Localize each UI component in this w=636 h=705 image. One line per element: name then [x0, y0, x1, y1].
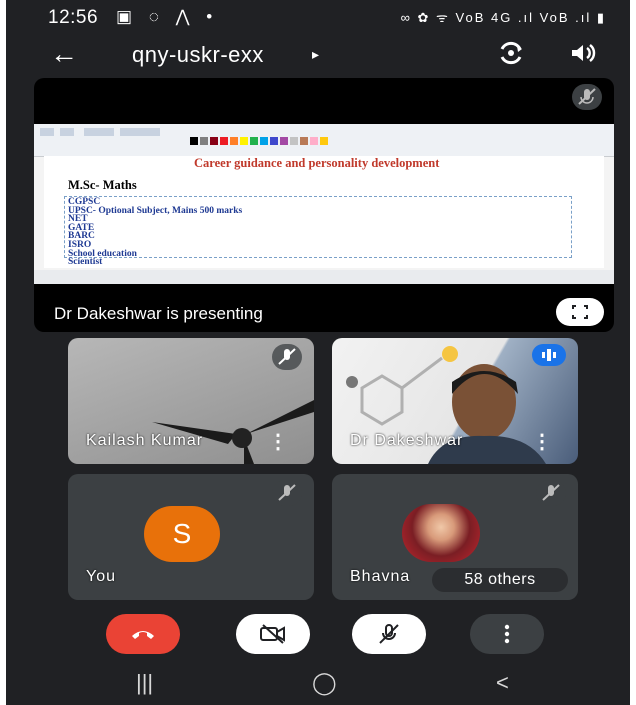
slide-list-item: UPSC- Optional Subject, Mains 500 marks — [68, 205, 243, 216]
participant-name: Bhavna — [350, 568, 411, 585]
mic-off-icon — [572, 84, 602, 110]
system-icons: ∞ ✿ ᯤ VoB 4G .ıl VoB .ıl ▮ — [400, 10, 606, 25]
slide-list: CGPSC UPSC- Optional Subject, Mains 500 … — [68, 197, 243, 268]
microphone-toggle-button[interactable] — [352, 614, 426, 654]
participant-tile-dakeshwar[interactable]: Dr Dakeshwar ⋮ — [332, 338, 578, 464]
participant-tile-you[interactable]: S You — [68, 474, 314, 600]
shared-screen: Career guidance and personality developm… — [34, 124, 614, 284]
avatar — [402, 504, 480, 562]
meeting-app-bar: ← qny-uskr-exx ▸ — [6, 32, 630, 76]
paint-status-bar — [34, 270, 614, 284]
meet-screen: 12:56 ▣ ◌ ⋀ • ∞ ✿ ᯤ VoB 4G .ıl VoB .ıl ▮… — [6, 0, 630, 705]
participant-name: Dr Dakeshwar — [350, 432, 464, 449]
participant-tile-bhavna[interactable]: Bhavna 58 others — [332, 474, 578, 600]
slide-list-item: Scientist — [68, 257, 103, 268]
speaking-indicator-icon — [532, 344, 566, 366]
system-nav-bar: ||| ◯ < — [6, 664, 630, 705]
avatar: S — [144, 506, 220, 562]
fullscreen-button[interactable] — [556, 298, 604, 326]
notification-icons: ▣ ◌ ⋀ • — [116, 7, 219, 26]
more-options-button[interactable] — [470, 614, 544, 654]
paint-ribbon — [34, 124, 614, 157]
status-bar: 12:56 ▣ ◌ ⋀ • ∞ ✿ ᯤ VoB 4G .ıl VoB .ıl ▮ — [6, 0, 630, 32]
slide-heading: M.Sc- Maths — [68, 178, 137, 192]
back-nav-icon[interactable]: < — [496, 670, 509, 696]
others-count-badge[interactable]: 58 others — [432, 568, 568, 592]
camera-toggle-button[interactable] — [236, 614, 310, 654]
recents-icon[interactable]: ||| — [136, 670, 153, 696]
meeting-code[interactable]: qny-uskr-exx — [132, 42, 264, 68]
presentation-tile[interactable]: Career guidance and personality developm… — [34, 78, 614, 332]
presenting-label: Dr Dakeshwar is presenting — [54, 304, 263, 323]
home-icon[interactable]: ◯ — [312, 670, 337, 696]
participant-name: You — [86, 568, 116, 585]
slide-title: Career guidance and personality developm… — [194, 156, 440, 170]
participant-tile-kailash[interactable]: Kailash Kumar ⋮ — [68, 338, 314, 464]
slide-list-item: BARC — [68, 231, 95, 242]
switch-camera-icon[interactable] — [496, 38, 526, 73]
slide-list-item: NET — [68, 214, 88, 225]
slide-document: Career guidance and personality developm… — [44, 156, 604, 268]
mic-off-icon — [272, 480, 302, 506]
speaker-icon[interactable] — [568, 38, 598, 73]
more-options-icon[interactable]: ⋮ — [532, 429, 552, 454]
back-arrow-icon[interactable]: ← — [50, 38, 78, 70]
status-time: 12:56 — [48, 7, 99, 28]
caret-right-icon[interactable]: ▸ — [312, 46, 319, 63]
mic-off-icon — [272, 344, 302, 370]
end-call-button[interactable] — [106, 614, 180, 654]
participant-name: Kailash Kumar — [86, 432, 204, 449]
more-options-icon[interactable]: ⋮ — [268, 429, 288, 454]
mic-off-icon — [536, 480, 566, 506]
